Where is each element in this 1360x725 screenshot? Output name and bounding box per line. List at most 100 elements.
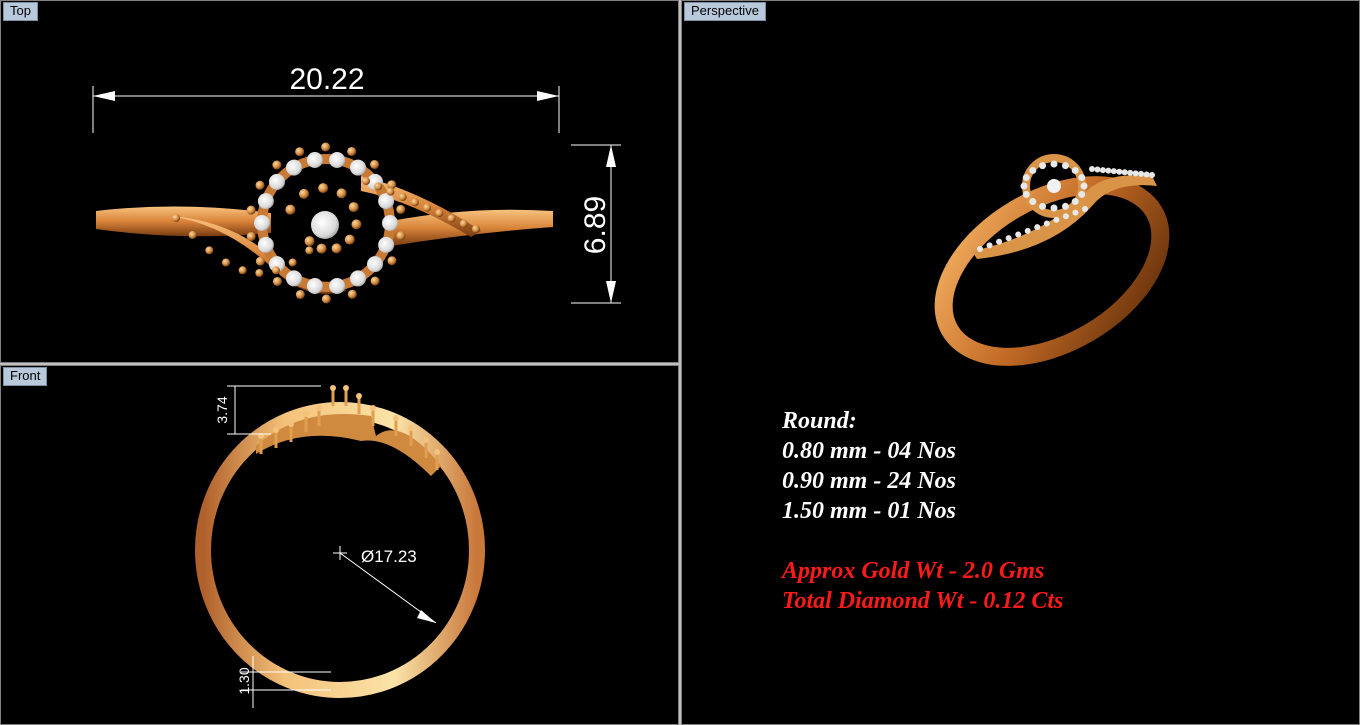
bead bbox=[255, 180, 265, 190]
diamond bbox=[1132, 170, 1139, 177]
specs-heading: Round: bbox=[782, 408, 857, 434]
diamond bbox=[329, 278, 346, 295]
arrowhead bbox=[606, 281, 616, 303]
bead bbox=[351, 219, 362, 230]
viewport-tab-perspective[interactable]: Perspective bbox=[684, 2, 766, 21]
bead bbox=[472, 225, 480, 233]
diamond bbox=[1138, 170, 1145, 177]
bead bbox=[288, 258, 297, 267]
diamond bbox=[1029, 198, 1037, 206]
bead bbox=[347, 289, 357, 299]
perspective-view-canvas bbox=[934, 154, 1170, 366]
diameter-dimension-label: Ø17.23 bbox=[361, 547, 417, 566]
diamond bbox=[1039, 202, 1047, 210]
viewport-tab-top[interactable]: Top bbox=[3, 2, 38, 21]
diamond bbox=[1072, 209, 1079, 216]
bead bbox=[435, 209, 444, 217]
bead bbox=[347, 146, 357, 156]
bead bbox=[396, 204, 406, 214]
diamond bbox=[306, 278, 323, 295]
bead bbox=[318, 183, 329, 194]
diamond bbox=[254, 215, 270, 231]
bead bbox=[316, 243, 327, 254]
diamond bbox=[1022, 174, 1030, 182]
diamond bbox=[1062, 213, 1069, 220]
diamond bbox=[1082, 206, 1088, 212]
bead bbox=[348, 202, 359, 213]
prong-tip bbox=[423, 437, 429, 443]
prong-tip bbox=[393, 415, 399, 421]
arrowhead bbox=[606, 145, 616, 167]
arrowhead bbox=[93, 91, 115, 101]
bead bbox=[344, 234, 355, 245]
diamond bbox=[382, 215, 398, 231]
bead bbox=[331, 243, 342, 254]
diamond bbox=[1050, 160, 1058, 168]
stone-spec-line: 0.90 mm - 24 Nos bbox=[782, 468, 956, 494]
bead bbox=[386, 187, 395, 196]
bead bbox=[272, 160, 282, 170]
prong-tip bbox=[330, 385, 336, 391]
bead bbox=[222, 258, 230, 267]
prong-tip bbox=[408, 425, 414, 431]
bead bbox=[370, 276, 380, 286]
bead bbox=[387, 256, 397, 266]
diamond bbox=[1121, 169, 1128, 176]
prong-tip bbox=[303, 411, 309, 417]
bead bbox=[398, 193, 407, 201]
diamond bbox=[268, 173, 285, 190]
stone-specifications: Round: 0.80 mm - 04 Nos 0.90 mm - 24 Nos… bbox=[782, 406, 1063, 616]
prong-tip bbox=[356, 393, 362, 399]
top-viewport[interactable]: 20.22 6.89 Top bbox=[0, 0, 679, 363]
diamond bbox=[1116, 168, 1123, 175]
diamond bbox=[350, 270, 366, 287]
bead bbox=[423, 203, 432, 212]
prong-tip bbox=[343, 385, 349, 391]
bead bbox=[396, 231, 406, 241]
bead bbox=[272, 266, 280, 275]
stone-spec-line: 0.80 mm - 04 Nos bbox=[782, 438, 956, 464]
bead bbox=[246, 232, 256, 242]
bead bbox=[447, 214, 456, 223]
bead bbox=[285, 204, 296, 215]
diamond-weight-note: Total Diamond Wt - 0.12 Cts bbox=[782, 588, 1064, 614]
diamond bbox=[1015, 231, 1022, 238]
prong-tip bbox=[273, 427, 279, 433]
diamond bbox=[1043, 220, 1050, 227]
bead bbox=[188, 230, 197, 239]
bead bbox=[172, 214, 180, 222]
bead bbox=[255, 269, 264, 277]
bead bbox=[321, 294, 331, 304]
diamond bbox=[1127, 169, 1134, 176]
diamond bbox=[1094, 166, 1101, 173]
bead bbox=[238, 266, 247, 275]
front-viewport[interactable]: Ø17.23 3.74 1.30 Front bbox=[0, 365, 679, 725]
stone-spec-line: 1.50 mm - 01 Nos bbox=[782, 498, 956, 524]
perspective-viewport[interactable]: Perspective Round: 0.80 mm - 04 Nos 0.90… bbox=[681, 0, 1360, 725]
bead bbox=[410, 198, 419, 207]
diamond bbox=[378, 236, 395, 253]
top-view-canvas: 20.22 6.89 bbox=[92, 63, 621, 304]
diamond bbox=[329, 151, 346, 168]
bead bbox=[362, 177, 370, 185]
bead bbox=[299, 188, 310, 199]
diamond bbox=[1089, 166, 1095, 172]
diamond bbox=[1110, 168, 1117, 175]
diamond bbox=[1149, 172, 1155, 178]
viewport-tab-front[interactable]: Front bbox=[3, 367, 48, 386]
diamond bbox=[257, 236, 274, 253]
diamond bbox=[1029, 166, 1037, 174]
diamond bbox=[1024, 227, 1031, 234]
bead bbox=[305, 246, 314, 255]
diamond bbox=[1078, 190, 1086, 198]
bead bbox=[304, 236, 315, 247]
diamond bbox=[1061, 202, 1069, 210]
front-view-canvas: Ø17.23 3.74 1.30 bbox=[195, 385, 485, 708]
diamond bbox=[1053, 216, 1060, 223]
band-thickness-label: 1.30 bbox=[236, 667, 252, 694]
bead bbox=[246, 205, 256, 215]
width-dimension-label: 20.22 bbox=[289, 63, 364, 96]
bead bbox=[321, 142, 331, 152]
diamond bbox=[1071, 198, 1079, 206]
